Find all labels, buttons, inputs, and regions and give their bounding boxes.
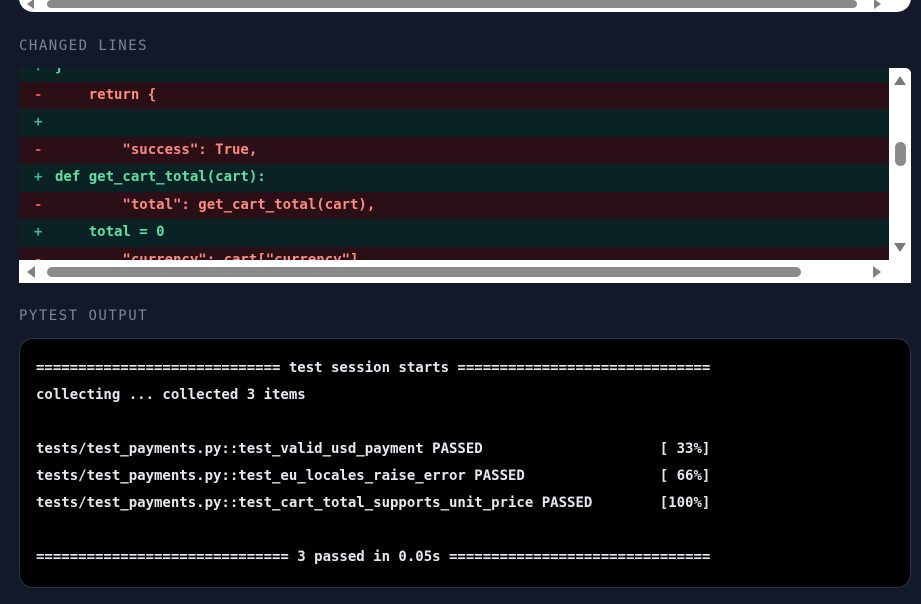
- terminal-line: tests/test_payments.py::test_eu_locales_…: [36, 468, 711, 484]
- diff-code: total = 0: [55, 224, 165, 240]
- diff-sign: +: [34, 169, 43, 185]
- diff-code: "success": True,: [55, 141, 258, 158]
- diff-line-removed: - return {: [19, 81, 889, 109]
- pytest-output-heading: PYTEST OUTPUT: [19, 308, 149, 324]
- scroll-right-arrow-icon[interactable]: [874, 0, 881, 9]
- terminal-line: ============================= test sessi…: [36, 360, 711, 376]
- diff-horizontal-scrollbar[interactable]: [19, 260, 889, 283]
- diff-code: def get_cart_total(cart):: [55, 169, 266, 185]
- diff-sign: +: [19, 68, 55, 82]
- diff-sign: -: [34, 86, 43, 103]
- diff-sign: -: [34, 196, 43, 213]
- terminal-line: collecting ... collected 3 items: [36, 387, 306, 403]
- scroll-left-arrow-icon[interactable]: [27, 0, 34, 9]
- diff-line-removed: - "total": get_cart_total(cart),: [19, 191, 889, 219]
- diff-line-added: + total = 0: [19, 219, 889, 247]
- diff-sign: -: [34, 141, 43, 158]
- terminal-line: tests/test_payments.py::test_cart_total_…: [36, 495, 711, 511]
- diff-sign: +: [34, 224, 43, 240]
- terminal-line: tests/test_payments.py::test_valid_usd_p…: [36, 441, 711, 457]
- diff-code: return {: [55, 86, 157, 103]
- diff-panel: +}- return {+- "success": True,+def get_…: [19, 68, 911, 283]
- scroll-right-arrow-icon[interactable]: [873, 266, 881, 278]
- diff-vertical-scrollbar[interactable]: [889, 68, 911, 260]
- horizontal-scrollbar-thumb[interactable]: [47, 267, 801, 277]
- diff-sign: +: [34, 114, 43, 130]
- scroll-left-arrow-icon[interactable]: [27, 266, 35, 278]
- changed-lines-heading: CHANGED LINES: [19, 38, 149, 54]
- diff-sign: -: [34, 251, 43, 261]
- diff-code: "total": get_cart_total(cart),: [55, 196, 376, 213]
- vertical-scrollbar-thumb[interactable]: [895, 142, 906, 166]
- top-horizontal-scrollbar[interactable]: [19, 0, 911, 12]
- diff-line-added: +}: [19, 68, 889, 82]
- diff-code: "currency": cart["currency"]: [55, 251, 359, 261]
- diff-line-added: + def get_cart_total(cart):: [19, 164, 889, 192]
- scroll-up-arrow-icon[interactable]: [894, 76, 906, 85]
- diff-lines: +}- return {+- "success": True,+def get_…: [19, 68, 889, 260]
- scroll-down-arrow-icon[interactable]: [894, 243, 906, 252]
- diff-view[interactable]: +}- return {+- "success": True,+def get_…: [19, 68, 889, 260]
- diff-code: }: [55, 68, 63, 75]
- pytest-terminal: ============================= test sessi…: [19, 338, 911, 588]
- terminal-line: ============================== 3 passed …: [36, 549, 711, 565]
- diff-line-removed: - "currency": cart["currency"]: [19, 246, 889, 261]
- terminal-lines: ============================= test sessi…: [36, 355, 710, 571]
- diff-line-added: +: [19, 109, 889, 137]
- diff-line-removed: - "success": True,: [19, 136, 889, 164]
- scrollbar-thumb[interactable]: [47, 0, 857, 8]
